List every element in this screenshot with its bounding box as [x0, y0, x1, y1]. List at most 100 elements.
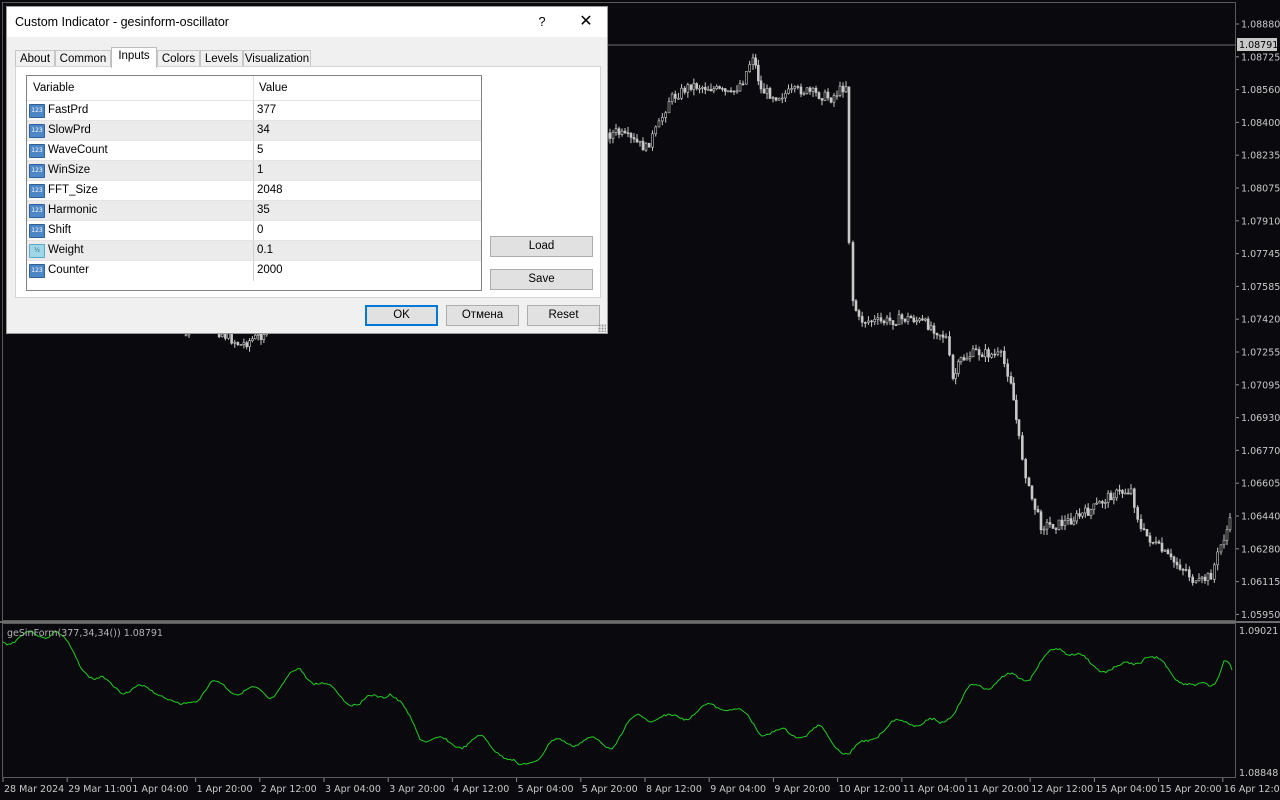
candle-body	[796, 86, 800, 88]
candle-body	[654, 126, 658, 135]
candle-body	[683, 87, 687, 93]
candle-body	[1151, 541, 1155, 544]
candle-body	[1063, 520, 1067, 527]
column-header-value[interactable]: Value	[259, 82, 288, 94]
candle-body	[732, 90, 736, 93]
candle-body	[802, 93, 806, 95]
candle-body	[968, 356, 972, 359]
candle-body	[1206, 573, 1210, 581]
input-row-fft_size[interactable]: 123 FFT_Size 2048	[27, 180, 481, 201]
integer-icon: 123	[29, 144, 45, 158]
input-value-cell[interactable]: 377	[257, 104, 276, 116]
candle-body	[1188, 569, 1191, 578]
tab-common[interactable]: Common	[55, 50, 111, 67]
ok-button[interactable]: OK	[365, 305, 438, 326]
time-axis-label: 28 Mar 2024	[4, 784, 64, 795]
input-row-counter[interactable]: 123 Counter 2000	[27, 260, 481, 281]
input-value-cell[interactable]: 2000	[257, 264, 283, 276]
reset-button[interactable]: Reset	[527, 305, 600, 326]
input-value-cell[interactable]: 5	[257, 144, 263, 156]
input-value-cell[interactable]: 34	[257, 124, 270, 136]
candle-body	[1109, 492, 1113, 501]
candle-body	[1197, 578, 1201, 582]
candle-body	[1225, 529, 1229, 541]
candle-body	[1106, 492, 1110, 503]
input-row-shift[interactable]: 123 Shift 0	[27, 220, 481, 241]
time-axis-label: 9 Apr 04:00	[710, 784, 766, 795]
tab-levels[interactable]: Levels	[200, 50, 243, 67]
candle-body	[867, 320, 870, 323]
candle-body	[629, 133, 633, 138]
input-row-fastprd[interactable]: 123 FastPrd 377	[27, 100, 481, 121]
close-button[interactable]: ✕	[570, 11, 602, 33]
candle-body	[754, 57, 757, 66]
tab-inputs[interactable]: Inputs	[111, 47, 157, 68]
candle-body	[814, 87, 818, 93]
candle-body	[651, 133, 654, 148]
candle-body	[808, 87, 812, 92]
integer-icon: 123	[29, 104, 45, 118]
input-row-winsize[interactable]: 123 WinSize 1	[27, 160, 481, 181]
tab-colors[interactable]: Colors	[157, 50, 200, 67]
candle-body	[926, 318, 930, 330]
candle-body	[632, 137, 636, 140]
load-button[interactable]: Load	[490, 236, 593, 257]
candle-body	[233, 341, 237, 344]
input-value-cell[interactable]: 0	[257, 224, 263, 236]
cell-divider	[253, 221, 254, 241]
candle-body	[1191, 576, 1194, 583]
resize-grip-icon[interactable]	[598, 324, 606, 332]
candle-body	[757, 64, 760, 82]
indicator-axis-bottom: 1.08848	[1239, 768, 1278, 779]
candle-body	[987, 349, 990, 358]
candle-body	[735, 90, 739, 93]
tab-visualization[interactable]: Visualization	[243, 50, 311, 67]
input-value-cell[interactable]: 0.1	[257, 244, 273, 256]
price-axis-label: 1.08560	[1241, 85, 1280, 96]
input-value-cell[interactable]: 2048	[257, 184, 283, 196]
cancel-button[interactable]: Отмена	[446, 305, 519, 326]
input-variable-name: Weight	[48, 244, 84, 256]
input-row-slowprd[interactable]: 123 SlowPrd 34	[27, 120, 481, 141]
help-button[interactable]: ?	[527, 11, 557, 33]
input-row-wavecount[interactable]: 123 WaveCount 5	[27, 140, 481, 161]
save-button[interactable]: Save	[490, 269, 593, 290]
candle-body	[635, 138, 639, 143]
candle-body	[971, 348, 975, 357]
input-row-harmonic[interactable]: 123 Harmonic 35	[27, 200, 481, 221]
cell-divider	[253, 261, 254, 281]
candle-body	[751, 57, 755, 66]
candle-body	[1092, 503, 1096, 510]
indicator-axis-top: 1.09021	[1239, 626, 1278, 637]
candle-body	[248, 340, 251, 347]
candle-body	[787, 88, 790, 94]
candle-body	[718, 86, 721, 89]
input-value-cell[interactable]: 1	[257, 164, 263, 176]
candle-body	[1078, 513, 1081, 517]
candle-body	[993, 353, 997, 356]
integer-icon: 123	[29, 204, 45, 218]
candle-body	[1219, 544, 1223, 553]
dialog-titlebar[interactable]: Custom Indicator - gesinform-oscillator …	[7, 7, 607, 37]
candle-body	[1030, 485, 1034, 500]
candle-body	[777, 97, 781, 101]
candle-body	[948, 336, 951, 356]
cell-divider	[253, 141, 254, 161]
candle-body	[854, 300, 858, 311]
input-row-weight[interactable]: ½ Weight 0.1	[27, 240, 481, 261]
candle-body	[1228, 517, 1232, 531]
candle-body	[799, 86, 803, 95]
column-header-variable[interactable]: Variable	[33, 82, 74, 94]
input-value-cell[interactable]: 35	[257, 204, 270, 216]
candle-body	[909, 315, 913, 319]
column-divider[interactable]	[253, 76, 254, 100]
candle-body	[1039, 511, 1043, 531]
dialog-title: Custom Indicator - gesinform-oscillator	[15, 15, 229, 29]
candle-body	[1027, 477, 1031, 487]
cell-divider	[253, 121, 254, 141]
candle-body	[838, 85, 842, 96]
tab-about[interactable]: About	[15, 50, 55, 67]
price-axis-label: 1.06440	[1241, 512, 1280, 523]
candle-body	[667, 101, 671, 114]
time-axis-label: 3 Apr 20:00	[389, 784, 445, 795]
